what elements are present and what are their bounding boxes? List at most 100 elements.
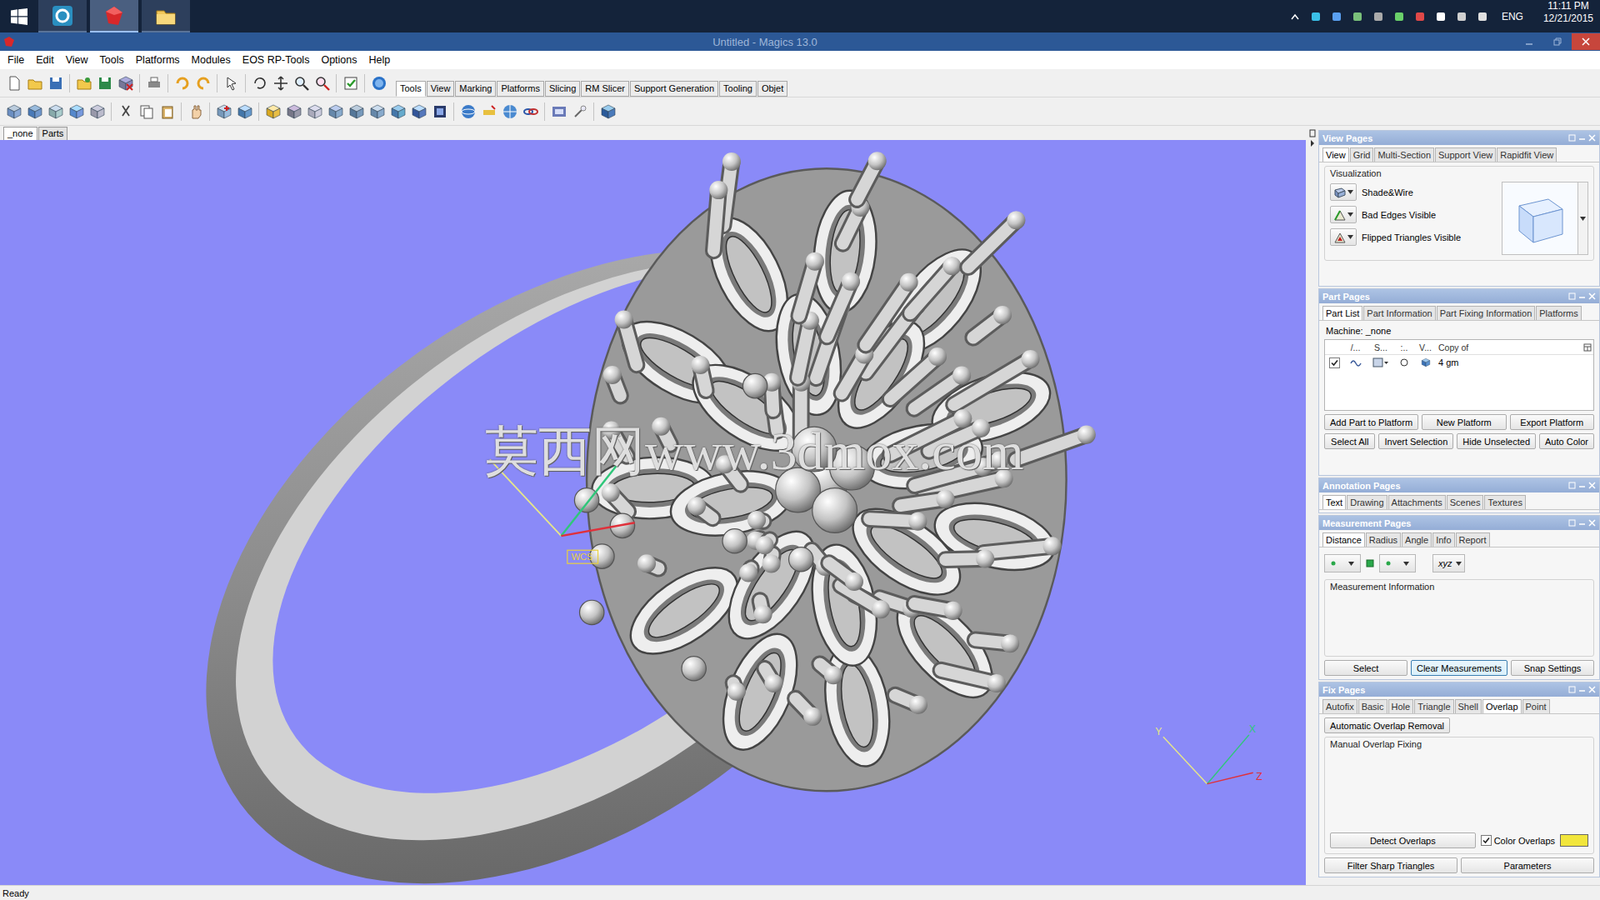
fix-button[interactable]: Filter Sharp Triangles	[1324, 857, 1458, 874]
load-part-icon[interactable]	[73, 72, 95, 95]
coordinate-dropdown[interactable]: xyz	[1432, 554, 1465, 573]
toolbar-tab[interactable]: Objet	[757, 80, 788, 97]
part-merge-icon[interactable]	[86, 100, 108, 123]
cut-icon[interactable]	[115, 100, 136, 123]
panel-tab[interactable]: Triangle	[1414, 699, 1454, 714]
fix-button[interactable]: Parameters	[1460, 857, 1595, 874]
measurement-button[interactable]: Clear Measurements	[1410, 660, 1508, 676]
close-icon[interactable]	[1588, 519, 1596, 527]
sphere-view-icon[interactable]	[457, 100, 479, 123]
panel-tab[interactable]: Textures	[1484, 495, 1526, 510]
collapse-arrow-icon[interactable]	[1309, 139, 1316, 148]
section-icon[interactable]	[325, 100, 346, 123]
part-front-icon[interactable]	[3, 100, 25, 123]
menu-item[interactable]: EOS RP-Tools	[236, 54, 316, 66]
panel-tab[interactable]: Part Fixing Information	[1436, 305, 1536, 320]
clock[interactable]: 11:11 PM12/21/2015	[1536, 0, 1600, 33]
first-point-dropdown[interactable]	[1324, 554, 1361, 573]
close-button[interactable]	[1571, 33, 1600, 50]
panel-splitter[interactable]	[1305, 125, 1319, 885]
toolbar-tab[interactable]: View	[426, 80, 455, 97]
column-header[interactable]: S...	[1367, 342, 1395, 353]
pin-icon[interactable]	[1568, 292, 1576, 300]
panel-tab[interactable]: Grid	[1350, 147, 1375, 162]
start-button[interactable]	[0, 0, 39, 33]
minimize-icon[interactable]	[1578, 292, 1586, 300]
copy-icon[interactable]	[135, 100, 157, 123]
second-point-dropdown[interactable]	[1379, 554, 1416, 573]
toolbar-tab[interactable]: Tooling	[719, 80, 757, 97]
minimize-icon[interactable]	[1578, 685, 1586, 694]
checkbox[interactable]	[1480, 835, 1492, 846]
auto-overlap-button[interactable]: Automatic Overlap Removal	[1324, 717, 1450, 734]
measurement-button[interactable]: Snap Settings	[1510, 660, 1595, 676]
option-dropdown[interactable]	[1330, 205, 1357, 224]
part-button[interactable]: Export Platform	[1510, 414, 1595, 430]
toolbar-tab[interactable]: Platforms	[496, 80, 544, 97]
close-icon[interactable]	[1588, 292, 1596, 300]
part-copy-icon[interactable]	[45, 100, 66, 123]
rotate-icon[interactable]	[249, 72, 270, 95]
part-button[interactable]: Auto Color	[1539, 433, 1595, 450]
panel-tab[interactable]: Angle	[1401, 532, 1432, 547]
part-row[interactable]: 4 gm	[1325, 355, 1594, 370]
option-dropdown[interactable]	[1330, 183, 1357, 201]
panel-tab[interactable]: Support View	[1435, 147, 1496, 162]
pan-icon[interactable]	[270, 72, 291, 95]
panel-tab[interactable]: Overlap	[1482, 699, 1522, 714]
restore-button[interactable]	[1543, 33, 1572, 50]
document-tab[interactable]: _none	[3, 126, 38, 140]
menu-item[interactable]: Tools	[94, 54, 130, 66]
toolbar-tab[interactable]: Support Generation	[630, 80, 719, 97]
pin-icon[interactable]	[1568, 519, 1576, 527]
panel-tab[interactable]: Hole	[1388, 699, 1415, 714]
scene-3d[interactable]: WCSYXZ	[0, 140, 1306, 885]
new-file-icon[interactable]	[3, 72, 25, 95]
tray-icon[interactable]	[1455, 10, 1469, 24]
panel-tab[interactable]: Distance	[1322, 532, 1365, 547]
toolbar-tab[interactable]: Marking	[455, 80, 496, 97]
paste-icon[interactable]	[156, 100, 178, 123]
menu-item[interactable]: Options	[315, 54, 363, 66]
pin-icon[interactable]	[1568, 134, 1576, 142]
visibility-circle-icon[interactable]	[1400, 358, 1409, 367]
pin-icon[interactable]	[1568, 685, 1576, 694]
panel-tab[interactable]: Report	[1455, 532, 1490, 547]
hollow-icon[interactable]	[408, 100, 430, 123]
overlap-color-swatch[interactable]	[1560, 834, 1589, 847]
taskbar-app[interactable]	[141, 0, 190, 33]
panel-tab[interactable]: Part Information	[1363, 305, 1435, 320]
panel-tab[interactable]: Scenes	[1446, 495, 1485, 510]
column-header[interactable]: :..	[1394, 342, 1415, 353]
measure-icon[interactable]	[478, 100, 500, 123]
platform-icon[interactable]	[548, 100, 570, 123]
document-tab[interactable]: Parts	[38, 126, 69, 140]
menu-item[interactable]: File	[1, 54, 30, 66]
panel-tab[interactable]: Attachments	[1388, 495, 1446, 510]
panel-tab[interactable]: Info	[1432, 532, 1455, 547]
tray-icon[interactable]	[1413, 10, 1427, 24]
print-icon[interactable]	[143, 72, 165, 95]
close-icon[interactable]	[1588, 134, 1596, 142]
minimize-icon[interactable]	[1578, 481, 1586, 490]
taskbar-app[interactable]	[38, 0, 87, 33]
distance-mode-icon[interactable]	[1365, 559, 1375, 568]
menu-item[interactable]: Help	[363, 54, 397, 66]
part-button[interactable]: Add Part to Platform	[1324, 414, 1419, 430]
tray-icon[interactable]	[1434, 10, 1448, 24]
tray-icon[interactable]	[1330, 10, 1344, 24]
viewport[interactable]: WCSYXZ莫西网www.3dmox.com	[0, 140, 1306, 885]
redo-icon[interactable]	[192, 72, 214, 95]
measurement-button[interactable]: Select	[1324, 660, 1408, 676]
tray-icon[interactable]	[1371, 10, 1385, 24]
panel-tab[interactable]: Multi-Section	[1374, 147, 1435, 162]
wizard-icon[interactable]	[569, 100, 590, 123]
select-icon[interactable]	[220, 72, 242, 95]
panel-tab[interactable]: Autofix	[1322, 699, 1358, 714]
part-button[interactable]: Invert Selection	[1378, 433, 1454, 450]
toolbar-tab[interactable]: Tools	[395, 80, 426, 97]
close-icon[interactable]	[1588, 481, 1596, 490]
panel-tab[interactable]: Point	[1522, 699, 1550, 714]
show-hidden-icons[interactable]	[1288, 10, 1302, 24]
nest-icon[interactable]	[387, 100, 409, 123]
